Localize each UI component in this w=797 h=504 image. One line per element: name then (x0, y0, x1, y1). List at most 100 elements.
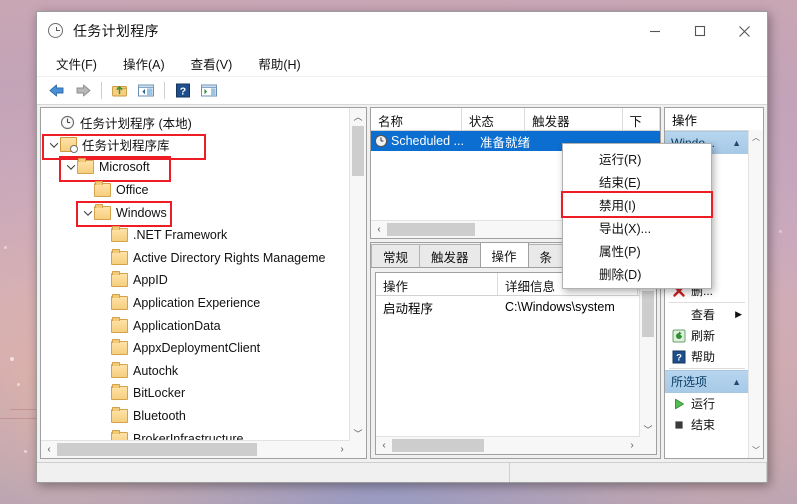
minimize-button[interactable] (632, 12, 677, 50)
folder-icon (111, 407, 128, 424)
maximize-button[interactable] (677, 12, 722, 50)
forward-icon[interactable] (71, 80, 95, 102)
tree-vertical-scrollbar[interactable]: ︿ ﹀ (349, 108, 366, 441)
folder-icon (111, 294, 128, 311)
menu-file[interactable]: 文件(F) (48, 51, 105, 76)
column-header-1[interactable]: 状态 (462, 108, 526, 130)
help-icon[interactable]: ? (171, 80, 195, 102)
back-icon[interactable] (45, 80, 69, 102)
column-header-2[interactable]: 触发器 (525, 108, 623, 130)
show-action-pane-icon[interactable] (197, 80, 221, 102)
collapse-caret-icon[interactable]: ▲ (732, 138, 741, 148)
context-menu: 运行(R) 结束(E) 禁用(I) 导出(X)... 属性(P) 删除(D) (561, 143, 713, 289)
action-run[interactable]: 运行 (665, 393, 749, 414)
scroll-left-icon[interactable]: ‹ (371, 224, 387, 235)
close-button[interactable] (722, 12, 767, 50)
tree-item-bitlocker[interactable]: BitLocker (41, 382, 350, 405)
scroll-up-icon[interactable]: ︿ (350, 108, 366, 124)
tree-item-office[interactable]: Office (41, 179, 350, 202)
action-end[interactable]: 结束 (665, 414, 749, 435)
status-bar (37, 462, 767, 482)
tree-item-label: AppID (133, 273, 168, 288)
tree-expander[interactable] (47, 142, 60, 148)
scroll-right-icon[interactable]: › (334, 444, 350, 455)
tree-horizontal-scrollbar[interactable]: ‹ › (41, 440, 350, 458)
show-hide-pane-icon[interactable] (134, 80, 158, 102)
menu-bar: 文件(F) 操作(A) 查看(V) 帮助(H) (37, 50, 767, 77)
action-view[interactable]: 查看 ▶ (665, 304, 749, 325)
ctx-export[interactable]: 导出(X)... (563, 216, 711, 239)
tab-1[interactable]: 触发器 (419, 244, 481, 267)
detail-horizontal-scrollbar[interactable]: ‹ › (376, 436, 640, 454)
tree-item-root[interactable]: 任务计划程序 (本地) (41, 111, 350, 134)
ctx-end[interactable]: 结束(E) (563, 170, 711, 193)
tree-expander[interactable] (81, 210, 94, 216)
table-row[interactable]: 启动程序 C:\Windows\system (376, 296, 656, 318)
tree-item-autochk[interactable]: Autochk (41, 360, 350, 383)
tree-item-applicationdata[interactable]: ApplicationData (41, 314, 350, 337)
ctx-disable[interactable]: 禁用(I) (561, 191, 713, 218)
column-header-0[interactable]: 名称 (371, 108, 462, 130)
tree-item-label: 任务计划程序 (本地) (80, 116, 192, 131)
toolbar-separator-2 (164, 82, 165, 99)
scrollbar-corner (640, 437, 656, 454)
scroll-down-icon[interactable]: ﹀ (350, 425, 366, 441)
scroll-right-icon[interactable]: › (624, 440, 640, 451)
hscrollbar-thumb[interactable] (392, 439, 484, 452)
tree-item-appid[interactable]: AppID (41, 269, 350, 292)
action-item-label: 运行 (691, 397, 716, 411)
action-item-label: 帮助 (691, 350, 716, 364)
scrollbar-corner (350, 441, 366, 458)
tree-item-net-framework[interactable]: .NET Framework (41, 224, 350, 247)
up-folder-icon[interactable] (108, 80, 132, 102)
tab-0[interactable]: 常规 (371, 244, 421, 267)
folder-icon (77, 158, 94, 175)
ctx-run[interactable]: 运行(R) (563, 147, 711, 170)
help-icon: ? (671, 349, 686, 364)
scroll-left-icon[interactable]: ‹ (41, 444, 57, 455)
hscroll-trough[interactable] (392, 437, 624, 454)
scrollbar-thumb[interactable] (642, 291, 654, 337)
actions-separator-2 (669, 368, 745, 369)
menu-view[interactable]: 查看(V) (183, 51, 241, 76)
action-help[interactable]: ? 帮助 (665, 346, 749, 367)
menu-help[interactable]: 帮助(H) (250, 51, 308, 76)
hscrollbar-thumb[interactable] (57, 443, 257, 456)
scroll-down-icon[interactable]: ﹀ (640, 421, 656, 437)
tree-expander[interactable] (64, 164, 77, 170)
scrollbar-thumb[interactable] (352, 126, 364, 176)
actions-group-selected[interactable]: 所选项 ▲ (665, 370, 749, 393)
ctx-delete[interactable]: 删除(D) (563, 262, 711, 285)
tree-item-windows[interactable]: Windows (41, 201, 350, 228)
scroll-down-icon[interactable]: ﹀ (749, 443, 763, 458)
tree-item-microsoft[interactable]: Microsoft (41, 156, 350, 183)
hscroll-trough[interactable] (57, 441, 334, 458)
collapse-caret-icon[interactable]: ▲ (732, 377, 741, 387)
scroll-up-icon[interactable]: ︿ (749, 130, 763, 145)
detail-vertical-scrollbar[interactable]: ︿ ﹀ (639, 273, 656, 437)
tree-item-application-experience[interactable]: Application Experience (41, 292, 350, 315)
ctx-properties[interactable]: 属性(P) (563, 239, 711, 262)
title-bar[interactable]: 任务计划程序 (37, 12, 767, 50)
tree-items: 任务计划程序 (本地) 任务计划程序库 Microsoft Office Windows… (41, 108, 350, 458)
tree-item-appxdeploymentclient[interactable]: AppxDeploymentClient (41, 337, 350, 360)
tab-3[interactable]: 条 (527, 244, 565, 267)
tree-item-active-directory-rights-manageme[interactable]: Active Directory Rights Manageme (41, 247, 350, 270)
tab-2[interactable]: 操作 (479, 242, 529, 267)
detail-column-header-0[interactable]: 操作 (376, 273, 498, 295)
no-icon (671, 307, 686, 322)
menu-action[interactable]: 操作(A) (115, 51, 173, 76)
scroll-left-icon[interactable]: ‹ (376, 440, 392, 451)
actions-vertical-scrollbar[interactable]: ︿ ﹀ (748, 130, 763, 458)
task-list-header[interactable]: 名称 状态 触发器下 (371, 108, 660, 131)
run-icon (671, 396, 686, 411)
tree-pane: 任务计划程序 (本地) 任务计划程序库 Microsoft Office Windows… (40, 107, 367, 459)
tree-item-[interactable]: 任务计划程序库 (41, 133, 350, 160)
column-header-3[interactable]: 下 (623, 108, 660, 130)
tree-item-bluetooth[interactable]: Bluetooth (41, 405, 350, 428)
detail-body: 操作详细信息 启动程序 C:\Windows\system ︿ ﹀ (371, 268, 660, 458)
hscrollbar-thumb[interactable] (387, 223, 475, 236)
window-controls (632, 12, 767, 50)
action-refresh[interactable]: 刷新 (665, 325, 749, 346)
tree-item-label: Active Directory Rights Manageme (133, 250, 326, 265)
